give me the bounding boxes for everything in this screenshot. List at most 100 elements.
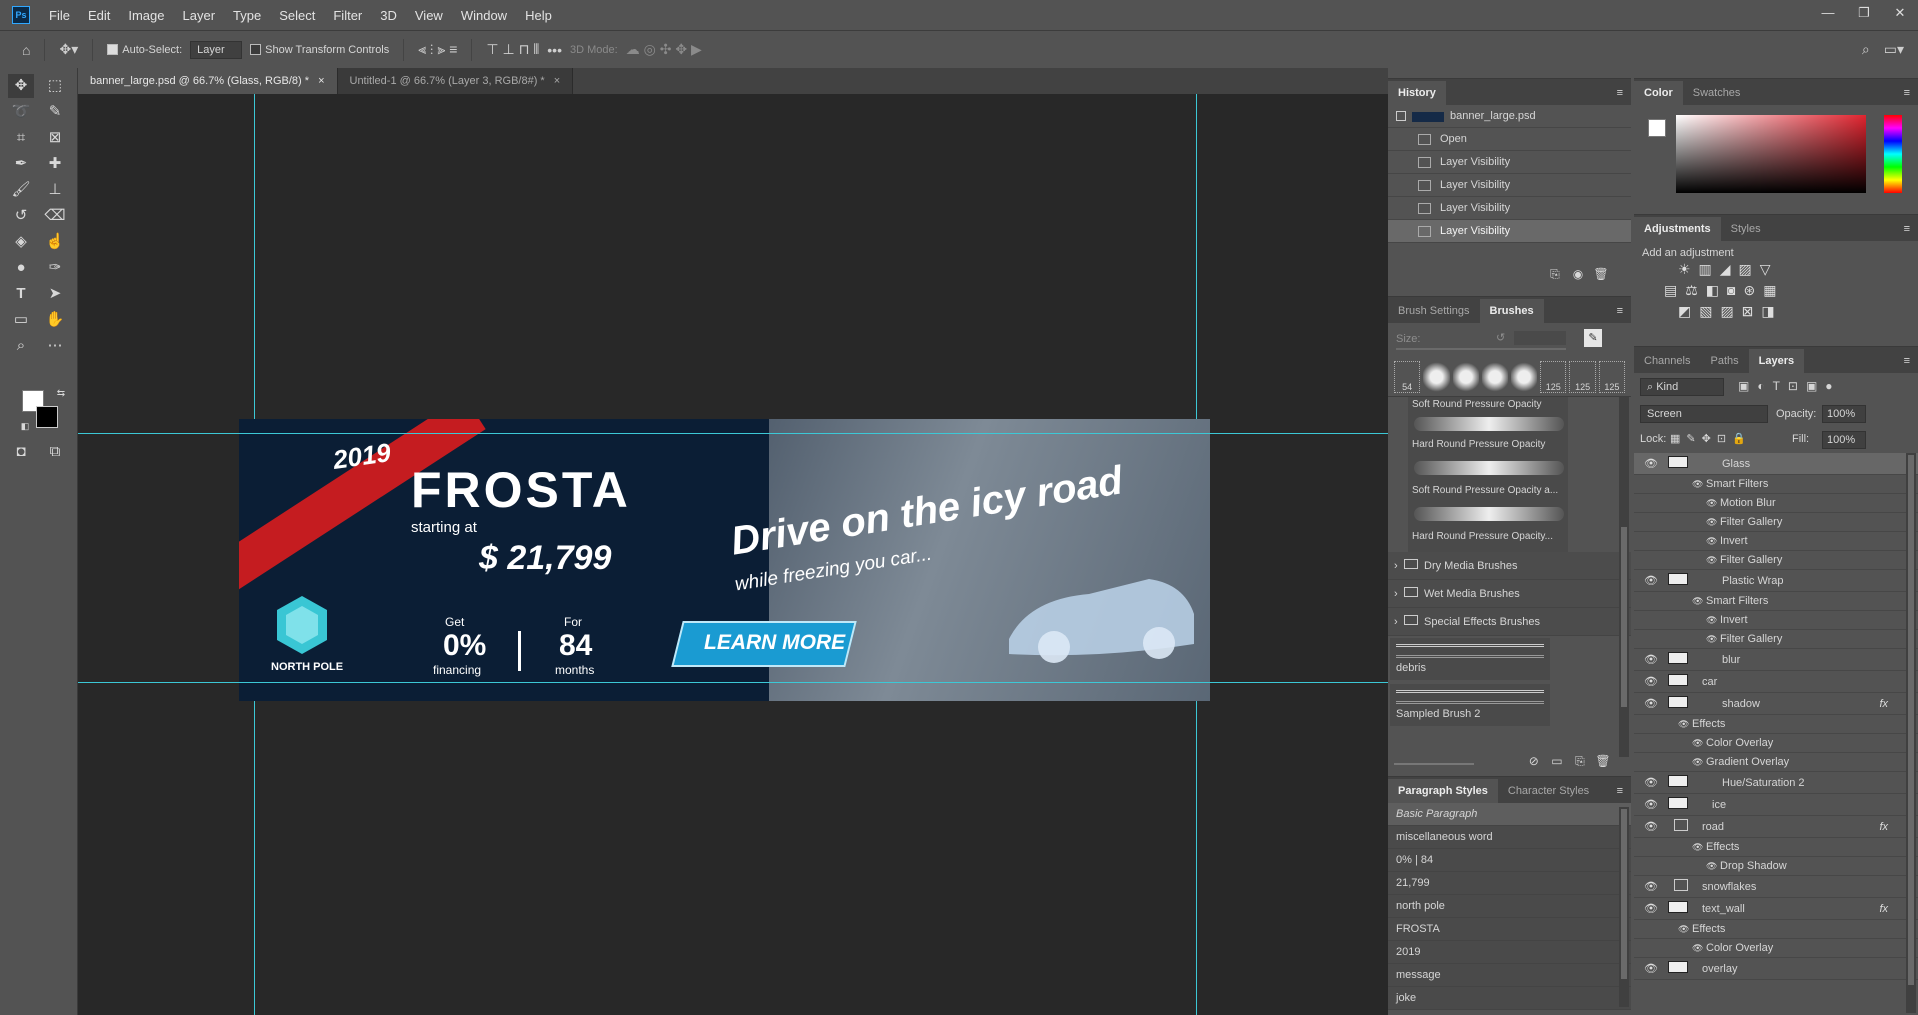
brush-folder-special-effects[interactable]: › Special Effects Brushes (1388, 608, 1631, 636)
menu-view[interactable]: View (406, 8, 452, 23)
visibility-eye-icon[interactable]: 👁 (1644, 570, 1658, 592)
move-tool-icon[interactable]: ✥▾ (59, 41, 78, 58)
brush-size-slider[interactable] (1394, 763, 1474, 765)
quick-mask-icon[interactable]: ◘ (8, 440, 34, 464)
adjustment-icons-row-2[interactable]: ▤⚖◧◙⊛▦ (1634, 282, 1918, 299)
visibility-eye-icon[interactable]: 👁 (1692, 592, 1703, 611)
visibility-eye-icon[interactable]: 👁 (1644, 671, 1658, 693)
brush-item[interactable]: Soft Round Pressure Opacity a... (1412, 485, 1558, 496)
style-item[interactable]: message (1388, 964, 1631, 987)
dodge-tool-icon[interactable]: ● (8, 256, 34, 280)
menu-type[interactable]: Type (224, 8, 270, 23)
fx-icon[interactable]: fx (1879, 898, 1888, 920)
close-icon[interactable]: × (554, 75, 560, 87)
layer-effect-row[interactable]: 👁 Gradient Overlay (1634, 753, 1918, 772)
style-item[interactable]: miscellaneous word (1388, 826, 1631, 849)
brush-preset-tile[interactable]: 125 (1569, 361, 1596, 393)
brush-folder-wet-media[interactable]: › Wet Media Brushes (1388, 580, 1631, 608)
visibility-eye-icon[interactable]: 👁 (1706, 630, 1717, 649)
size-slider[interactable] (1396, 348, 1566, 350)
tab-brush-settings[interactable]: Brush Settings (1388, 299, 1480, 323)
style-item[interactable]: FROSTA (1388, 918, 1631, 941)
visibility-eye-icon[interactable]: 👁 (1644, 772, 1658, 794)
tab-swatches[interactable]: Swatches (1683, 81, 1751, 105)
layers-scrollbar[interactable] (1906, 453, 1916, 1013)
fx-icon[interactable]: fx (1879, 816, 1888, 838)
lock-icons[interactable]: ▦✎✥⊡🔒 (1670, 432, 1752, 445)
history-item[interactable]: Layer Visibility (1388, 151, 1631, 174)
visibility-eye-icon[interactable]: 👁 (1644, 649, 1658, 671)
visibility-eye-icon[interactable]: 👁 (1678, 920, 1689, 939)
camera-icon[interactable]: ◉ (1568, 267, 1588, 281)
layer-effect-row[interactable]: 👁 Filter Gallery (1634, 551, 1918, 570)
layer-row[interactable]: 👁 road fx (1634, 816, 1918, 838)
hue-slider[interactable] (1884, 115, 1902, 193)
color-picker-field[interactable] (1676, 115, 1866, 193)
minimize-button[interactable]: — (1810, 0, 1846, 30)
tab-banner-large[interactable]: banner_large.psd @ 66.7% (Glass, RGB/8) … (78, 68, 338, 94)
swap-colors-icon[interactable]: ⇆ (48, 382, 74, 406)
brushes-scrollbar[interactable] (1619, 397, 1629, 757)
rectangle-tool-icon[interactable]: ▭ (8, 308, 34, 332)
brush-item-sampled-2[interactable]: Sampled Brush 2 (1390, 684, 1550, 726)
tab-styles[interactable]: Styles (1721, 217, 1771, 241)
style-item[interactable]: joke (1388, 987, 1631, 1010)
brush-tool-icon[interactable]: 🖌 (8, 178, 34, 202)
tab-paragraph-styles[interactable]: Paragraph Styles (1388, 779, 1498, 803)
visibility-eye-icon[interactable]: 👁 (1644, 794, 1658, 816)
more-options-icon[interactable]: ••• (547, 42, 562, 58)
brush-preset-tile[interactable] (1423, 361, 1450, 393)
menu-edit[interactable]: Edit (79, 8, 119, 23)
adjustment-icons-row-1[interactable]: ☀▥◢▨▽ (1634, 261, 1918, 278)
eyedropper-tool-icon[interactable]: ✒ (8, 152, 34, 176)
layer-effect-row[interactable]: 👁 Smart Filters (1634, 475, 1918, 494)
brush-folder-dry-media[interactable]: › Dry Media Brushes (1388, 552, 1631, 580)
canvas-area[interactable]: 2019 FROSTA starting at $ 21,799 Drive o… (78, 94, 1388, 1015)
screen-mode-icon[interactable]: ⧉ (42, 440, 68, 464)
visibility-eye-icon[interactable]: 👁 (1692, 753, 1703, 772)
layer-effect-row[interactable]: 👁 Invert (1634, 611, 1918, 630)
visibility-eye-icon[interactable]: 👁 (1706, 513, 1717, 532)
align-icons[interactable]: ⫷ ⫶ ⫸ ≡ (418, 41, 457, 58)
healing-brush-icon[interactable]: ✚ (42, 152, 68, 176)
move-tool-icon[interactable]: ✥ (8, 74, 34, 98)
history-item[interactable]: Open (1388, 128, 1631, 151)
tab-layers[interactable]: Layers (1748, 349, 1805, 373)
close-icon[interactable]: × (318, 75, 324, 87)
brush-preset-tile[interactable]: 54 (1394, 361, 1421, 393)
layer-effect-row[interactable]: 👁 Filter Gallery (1634, 513, 1918, 532)
lasso-tool-icon[interactable]: ➰ (8, 100, 34, 124)
panel-menu-icon[interactable]: ≡ (1609, 779, 1631, 803)
toggle-brush-icon[interactable]: ⊘ (1524, 754, 1544, 768)
layer-effect-row[interactable]: 👁 Color Overlay (1634, 939, 1918, 958)
menu-file[interactable]: File (40, 8, 79, 23)
visibility-eye-icon[interactable]: 👁 (1644, 958, 1658, 980)
visibility-eye-icon[interactable]: 👁 (1692, 939, 1703, 958)
history-item[interactable]: Layer Visibility (1388, 174, 1631, 197)
layer-effect-row[interactable]: 👁 Motion Blur (1634, 494, 1918, 513)
blend-mode-dropdown[interactable]: Screen (1640, 405, 1768, 423)
visibility-eye-icon[interactable]: 👁 (1706, 857, 1717, 876)
workspace-icon[interactable]: ▭▾ (1884, 41, 1904, 58)
menu-window[interactable]: Window (452, 8, 516, 23)
layer-row[interactable]: 👁 text_wall fx (1634, 898, 1918, 920)
style-item[interactable]: 2019 (1388, 941, 1631, 964)
fx-icon[interactable]: fx (1879, 693, 1888, 715)
layer-effect-row[interactable]: 👁 Effects (1634, 838, 1918, 857)
zoom-tool-icon[interactable]: ⌕ (8, 334, 34, 358)
panel-menu-icon[interactable]: ≡ (1896, 81, 1918, 105)
brush-preset-tile[interactable] (1481, 361, 1508, 393)
history-brush-icon[interactable]: ↺ (8, 204, 34, 228)
panel-menu-icon[interactable]: ≡ (1896, 349, 1918, 373)
brush-preset-tile[interactable]: 125 (1598, 361, 1625, 393)
search-icon[interactable]: ⌕ (1862, 41, 1870, 58)
menu-layer[interactable]: Layer (174, 8, 225, 23)
adjustment-icons-row-3[interactable]: ◩▧▨⊠◨ (1634, 303, 1918, 320)
style-item[interactable]: Basic Paragraph (1388, 803, 1631, 826)
tab-color[interactable]: Color (1634, 81, 1683, 105)
layer-effect-row[interactable]: 👁 Color Overlay (1634, 734, 1918, 753)
styles-scrollbar[interactable] (1619, 807, 1629, 1007)
background-color-swatch[interactable] (36, 406, 58, 428)
hand-tool-icon[interactable]: ✋ (42, 308, 68, 332)
banner-artwork[interactable]: 2019 FROSTA starting at $ 21,799 Drive o… (239, 419, 1210, 701)
